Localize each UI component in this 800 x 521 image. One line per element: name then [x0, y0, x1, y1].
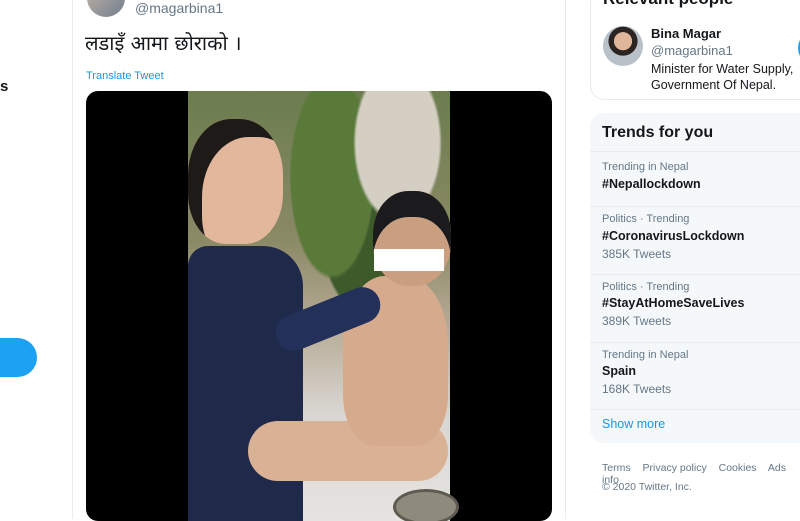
trend-count: 168K Tweets: [602, 382, 672, 396]
copyright: © 2020 Twitter, Inc.: [602, 481, 692, 493]
tweet-video[interactable]: [86, 91, 552, 521]
trend-item[interactable]: Politics · Trending #CoronavirusLockdown…: [590, 207, 800, 275]
footer-link-terms[interactable]: Terms: [602, 462, 631, 474]
trends-title: Trends for you: [602, 124, 714, 141]
trend-item[interactable]: Trending in Nepal Spain 168K Tweets: [590, 343, 800, 410]
trend-context: Politics · Trending: [602, 213, 690, 225]
person-handle[interactable]: @magarbina1: [651, 43, 733, 58]
person-bio: Minister for Water Supply, Government Of…: [651, 62, 794, 92]
translate-tweet-link[interactable]: Translate Tweet: [86, 70, 164, 82]
trends-header: Trends for you: [590, 113, 800, 152]
trend-context: Trending in Nepal: [602, 161, 689, 173]
avatar[interactable]: [87, 0, 125, 17]
tweet-button[interactable]: [0, 338, 37, 377]
tweet-text: लडाइँ आमा छोराको ।: [85, 31, 242, 55]
footer-link-privacy[interactable]: Privacy policy: [643, 462, 707, 474]
video-frame: [188, 91, 459, 521]
person-name[interactable]: Bina Magar: [651, 26, 721, 41]
tweet-detail: @magarbina1 लडाइँ आमा छोराको । Translate…: [72, 0, 566, 521]
footer-link-cookies[interactable]: Cookies: [719, 462, 757, 474]
face-redaction-box: [374, 249, 444, 271]
trend-count: 385K Tweets: [602, 247, 672, 261]
trend-item[interactable]: Trending in Nepal #Nepallockdown: [590, 152, 800, 207]
show-more-link[interactable]: Show more: [602, 417, 665, 431]
relevant-people-title: Relevant people: [603, 0, 733, 9]
nav-item-label[interactable]: s: [0, 78, 8, 95]
relevant-people-card: Relevant people Bina Magar @magarbina1 M…: [590, 0, 800, 100]
trend-context: Trending in Nepal: [602, 349, 689, 361]
trend-name: #StayAtHomeSaveLives: [602, 296, 745, 310]
trend-name: #CoronavirusLockdown: [602, 229, 745, 243]
trend-name: #Nepallockdown: [602, 177, 701, 191]
tweet-author-handle[interactable]: @magarbina1: [135, 0, 223, 16]
trend-count: 389K Tweets: [602, 314, 672, 328]
trend-name: Spain: [602, 364, 637, 378]
avatar[interactable]: [603, 26, 643, 66]
trend-context: Politics · Trending: [602, 281, 690, 293]
trends-panel: Trends for you Trending in Nepal #Nepall…: [590, 113, 800, 443]
trend-item[interactable]: Politics · Trending #StayAtHomeSaveLives…: [590, 275, 800, 343]
